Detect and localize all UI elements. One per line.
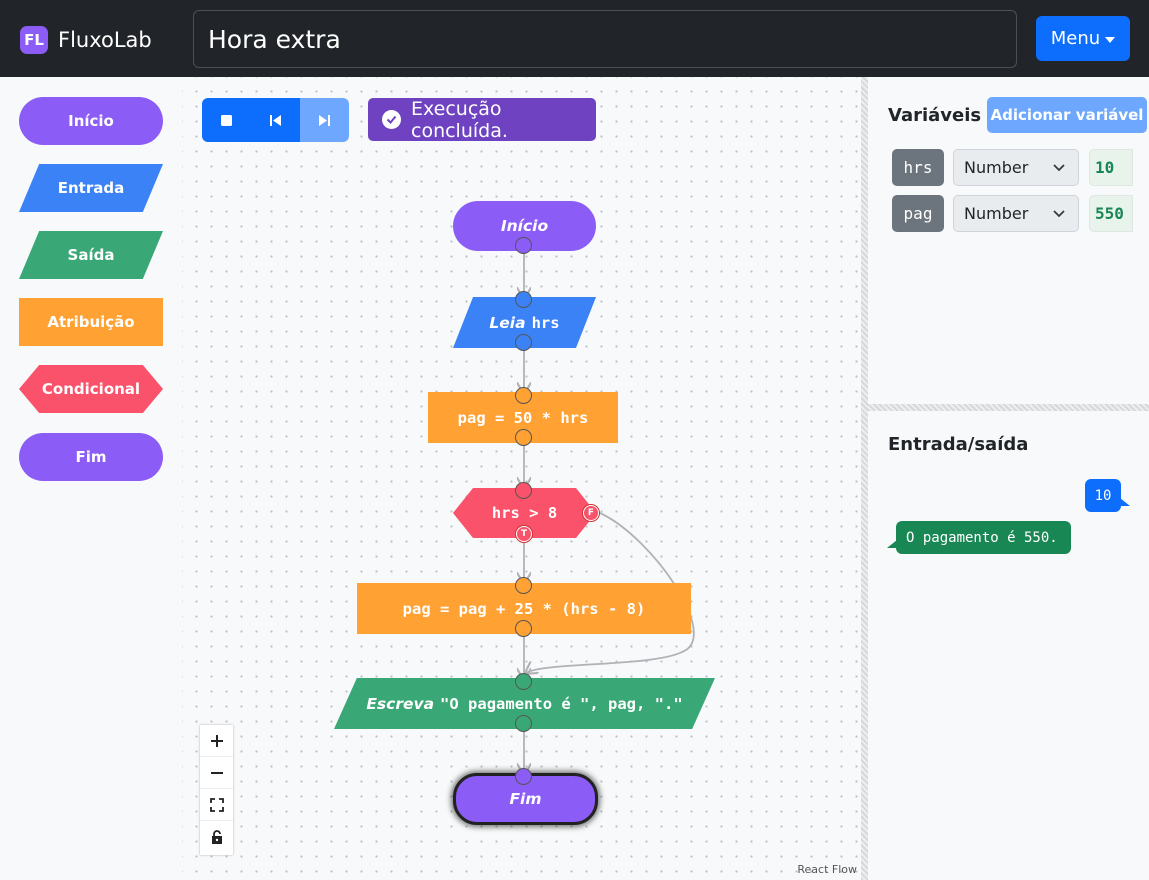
fit-view-button[interactable]: [200, 789, 233, 821]
variable-type-select[interactable]: Number: [953, 195, 1079, 232]
handle-read-in[interactable]: [515, 291, 532, 308]
node-write-keyword: Escreva: [366, 694, 435, 713]
handle-assign2-out[interactable]: [515, 620, 532, 637]
palette-assignment[interactable]: Atribuição: [19, 298, 163, 346]
handle-assign1-out[interactable]: [515, 429, 532, 446]
variable-type-select[interactable]: Number: [953, 149, 1079, 186]
handle-read-out[interactable]: [515, 334, 532, 351]
skip-forward-icon: [319, 114, 330, 126]
input-message: 10: [1085, 479, 1130, 512]
variable-name: hrs: [892, 149, 944, 186]
fit-view-icon: [209, 797, 224, 812]
variable-row: hrs Number 10: [892, 149, 1149, 186]
react-flow-attribution[interactable]: React Flow: [797, 863, 857, 876]
program-title-input[interactable]: [193, 10, 1017, 68]
output-message: O pagamento é 550.: [887, 521, 1071, 554]
handle-start-out[interactable]: [515, 237, 532, 254]
handle-cond-true[interactable]: T: [516, 526, 532, 542]
lock-button[interactable]: [200, 821, 233, 853]
handle-end-in[interactable]: [515, 768, 532, 785]
execution-status: Execução concluída.: [368, 97, 596, 142]
palette-conditional[interactable]: Condicional: [19, 365, 163, 413]
variable-name: pag: [892, 195, 944, 232]
palette-end[interactable]: Fim: [19, 433, 163, 481]
logo-badge: FL: [20, 26, 48, 54]
horizontal-resize-handle[interactable]: [868, 404, 1149, 411]
node-assign-1-expr: pag = 50 * hrs: [457, 408, 589, 427]
restart-button[interactable]: [251, 98, 300, 142]
variable-row: pag Number 550: [892, 195, 1149, 232]
variable-value: 550: [1089, 195, 1133, 232]
zoom-out-button[interactable]: [200, 757, 233, 789]
node-assign-2-expr: pag = pag + 25 * (hrs - 8): [402, 599, 646, 618]
minus-icon: [210, 771, 223, 774]
skip-back-icon: [270, 114, 281, 126]
vertical-resize-handle[interactable]: [861, 77, 868, 880]
chevron-down-icon: [1053, 164, 1065, 172]
node-read-keyword: Leia: [489, 313, 526, 332]
handle-write-out[interactable]: [515, 715, 532, 732]
handle-assign1-in[interactable]: [515, 387, 532, 404]
handle-assign2-in[interactable]: [515, 577, 532, 594]
variables-panel: Variáveis Adicionar variável hrs Number …: [868, 77, 1149, 404]
execution-controls: [202, 98, 349, 142]
node-write-expr: "O pagamento é ", pag, ".": [440, 694, 683, 713]
variable-type-value: Number: [964, 204, 1029, 223]
palette-start[interactable]: Início: [19, 97, 163, 145]
stop-icon: [221, 114, 232, 126]
handle-cond-in[interactable]: [515, 482, 532, 499]
node-start-label: Início: [500, 217, 549, 235]
step-button[interactable]: [300, 98, 349, 142]
zoom-controls: [200, 725, 233, 855]
check-circle-icon: [382, 110, 401, 129]
brand[interactable]: FL FluxoLab: [20, 26, 152, 54]
variable-value: 10: [1089, 149, 1133, 186]
variable-type-value: Number: [964, 158, 1029, 177]
variables-title: Variáveis: [888, 105, 982, 126]
stop-button[interactable]: [202, 98, 251, 142]
flow-edges: [182, 246, 695, 880]
status-text: Execução concluída.: [411, 97, 508, 142]
node-palette: Início Entrada Saída Atribuição Condicio…: [0, 77, 182, 880]
menu-label: Menu: [1050, 28, 1101, 49]
handle-write-in[interactable]: [515, 673, 532, 690]
node-conditional-expr: hrs > 8: [491, 504, 558, 522]
add-variable-button[interactable]: Adicionar variável: [987, 97, 1147, 133]
lock-icon: [211, 830, 222, 844]
menu-button[interactable]: Menu: [1036, 16, 1130, 61]
plus-icon: [210, 734, 223, 747]
io-panel: Entrada/saída 10 O pagamento é 550.: [868, 411, 1149, 880]
app-header: FL FluxoLab Menu: [0, 0, 1149, 77]
zoom-in-button[interactable]: [200, 725, 233, 757]
node-end-label: Fim: [509, 790, 542, 808]
handle-cond-false[interactable]: F: [583, 505, 599, 521]
app-name: FluxoLab: [58, 28, 152, 52]
palette-output[interactable]: Saída: [19, 231, 163, 279]
flow-canvas[interactable]: Execução concluída. Início Leia hrs pag …: [182, 77, 861, 880]
io-title: Entrada/saída: [888, 434, 1029, 455]
caret-down-icon: [1105, 36, 1116, 43]
palette-input[interactable]: Entrada: [19, 164, 163, 212]
node-read-expr: hrs: [531, 313, 560, 332]
chevron-down-icon: [1053, 210, 1065, 218]
